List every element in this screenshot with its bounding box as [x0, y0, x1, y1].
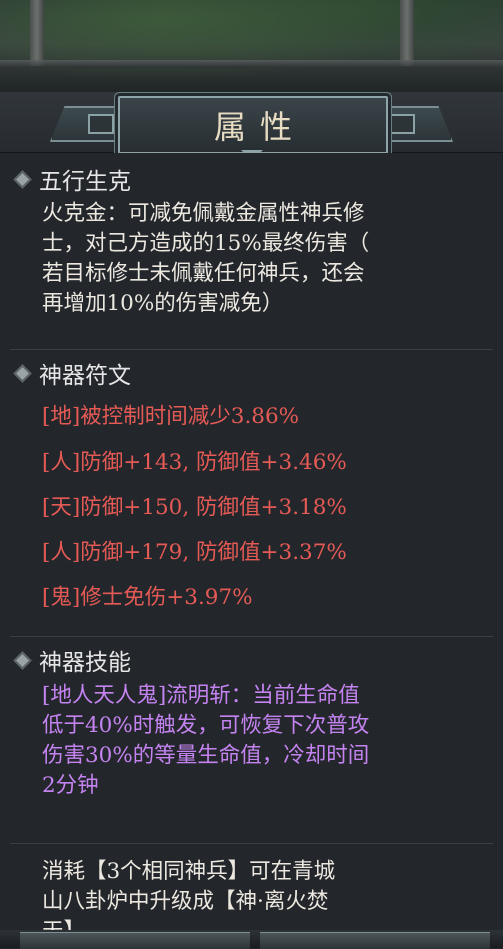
skill-line: [地人天人鬼]流明斩：当前生命值	[42, 683, 360, 708]
rune-item: [鬼]修士免伤+3.97%	[42, 585, 253, 610]
skill-line: 低于40%时触发，可恢复下次普攻	[42, 713, 370, 738]
upgrade-line: 山八卦炉中升级成【神·离火焚	[42, 889, 329, 914]
rune-item: [地]被控制时间减少3.86%	[42, 404, 300, 429]
divider	[10, 636, 493, 637]
bottom-action-button[interactable]	[260, 932, 490, 949]
rune-item: [人]防御+179, 防御值+3.37%	[42, 540, 347, 565]
wuxing-line: 若目标修士未佩戴任何神兵，还会	[42, 261, 365, 286]
section-title-text: 神器技能	[39, 650, 131, 676]
wuxing-line: 火克金：可减免佩戴金属性神兵修	[42, 201, 365, 226]
page-title: 属性	[213, 108, 306, 146]
wuxing-line: 再增加10%的伤害减免）	[42, 291, 284, 316]
section-title-text: 五行生克	[39, 169, 131, 195]
diamond-bullet-icon	[13, 169, 32, 189]
title-plaque: 属性	[118, 96, 388, 154]
divider	[10, 843, 493, 844]
bottom-action-button[interactable]	[20, 932, 250, 949]
rune-item: [人]防御+143, 防御值+3.46%	[42, 450, 347, 475]
background-scene	[0, 0, 503, 96]
skill-line: 2分钟	[42, 773, 99, 798]
wuxing-line: 士，对己方造成的15%最终伤害（	[42, 231, 370, 256]
skill-description: [地人天人鬼]流明斩：当前生命值 低于40%时触发，可恢复下次普攻 伤害30%的…	[42, 681, 492, 801]
diamond-bullet-icon	[13, 363, 32, 383]
wuxing-description: 火克金：可减免佩戴金属性神兵修 士，对己方造成的15%最终伤害（ 若目标修士未佩…	[42, 199, 492, 319]
ornament-icon	[389, 114, 415, 134]
skill-line: 伤害30%的等量生命值，冷却时间	[42, 743, 370, 768]
scene-pillar	[400, 0, 414, 66]
section-title-skill: 神器技能	[10, 645, 131, 676]
section-title-runes: 神器符文	[10, 358, 131, 389]
divider	[10, 349, 493, 350]
scene-pillar	[30, 0, 44, 66]
rune-item: [天]防御+150, 防御值+3.18%	[42, 495, 347, 520]
ornament-icon	[88, 114, 114, 134]
section-title-wuxing: 五行生克	[10, 164, 131, 195]
section-title-text: 神器符文	[39, 363, 131, 389]
diamond-bullet-icon	[13, 650, 32, 670]
upgrade-line: 消耗【3个相同神兵】可在青城	[42, 859, 336, 884]
scene-roof	[0, 60, 503, 68]
